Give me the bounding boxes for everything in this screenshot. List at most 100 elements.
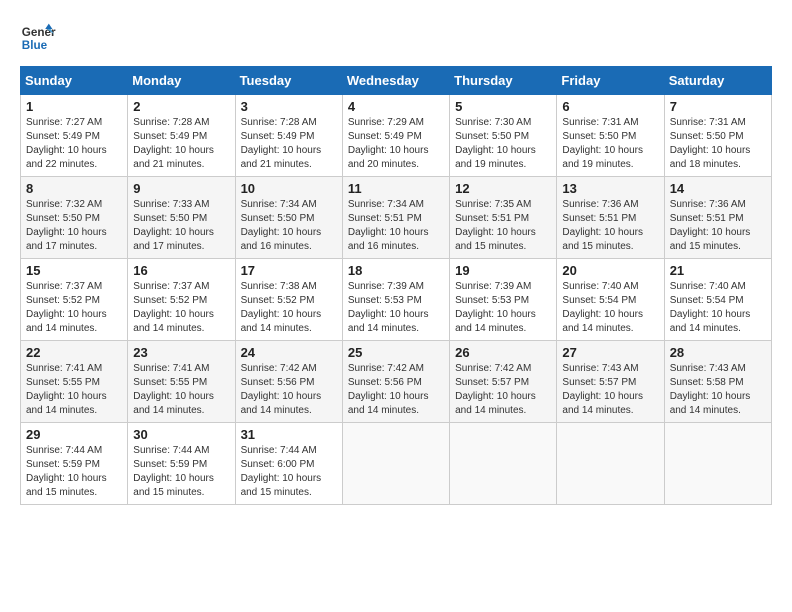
- calendar-cell: 7 Sunrise: 7:31 AMSunset: 5:50 PMDaylight…: [664, 95, 771, 177]
- calendar-cell: 30 Sunrise: 7:44 AMSunset: 5:59 PMDayligh…: [128, 423, 235, 505]
- day-number: 14: [670, 181, 766, 196]
- calendar-cell: 15 Sunrise: 7:37 AMSunset: 5:52 PMDayligh…: [21, 259, 128, 341]
- day-info: Sunrise: 7:43 AMSunset: 5:58 PMDaylight:…: [670, 362, 766, 418]
- weekday-header-tuesday: Tuesday: [235, 67, 342, 95]
- logo: General Blue: [20, 20, 56, 56]
- calendar-cell: 1Sunrise: 7:27 AMSunset: 5:49 PMDaylight…: [21, 95, 128, 177]
- day-info: Sunrise: 7:44 AMSunset: 5:59 PMDaylight:…: [26, 444, 122, 500]
- calendar-cell: 16Sunrise: 7:37 AMSunset: 5:52 PMDayligh…: [128, 259, 235, 341]
- day-info: Sunrise: 7:41 AMSunset: 5:55 PMDaylight:…: [26, 362, 122, 418]
- calendar-cell: [557, 423, 664, 505]
- calendar-table: SundayMondayTuesdayWednesdayThursdayFrid…: [20, 66, 772, 505]
- day-number: 22: [26, 345, 122, 360]
- day-number: 24: [241, 345, 337, 360]
- day-number: 13: [562, 181, 658, 196]
- day-info: Sunrise: 7:37 AMSunset: 5:52 PMDaylight:…: [26, 280, 122, 336]
- day-number: 30: [133, 427, 229, 442]
- page-header: General Blue: [20, 20, 772, 56]
- day-info: Sunrise: 7:30 AMSunset: 5:50 PMDaylight:…: [455, 116, 551, 172]
- day-info: Sunrise: 7:36 AMSunset: 5:51 PMDaylight:…: [670, 198, 766, 254]
- calendar-cell: 20 Sunrise: 7:40 AMSunset: 5:54 PMDayligh…: [557, 259, 664, 341]
- day-number: 3: [241, 99, 337, 114]
- day-number: 8: [26, 181, 122, 196]
- day-number: 7: [670, 99, 766, 114]
- calendar-cell: 4 Sunrise: 7:29 AMSunset: 5:49 PMDaylight…: [342, 95, 449, 177]
- calendar-cell: 9 Sunrise: 7:33 AMSunset: 5:50 PMDaylight…: [128, 177, 235, 259]
- day-info: Sunrise: 7:35 AMSunset: 5:51 PMDaylight:…: [455, 198, 551, 254]
- calendar-week-2: 8 Sunrise: 7:32 AMSunset: 5:50 PMDaylight…: [21, 177, 772, 259]
- day-info: Sunrise: 7:32 AMSunset: 5:50 PMDaylight:…: [26, 198, 122, 254]
- logo-icon: General Blue: [20, 20, 56, 56]
- calendar-cell: 11Sunrise: 7:34 AMSunset: 5:51 PMDayligh…: [342, 177, 449, 259]
- day-number: 21: [670, 263, 766, 278]
- day-number: 25: [348, 345, 444, 360]
- day-number: 18: [348, 263, 444, 278]
- calendar-cell: 6 Sunrise: 7:31 AMSunset: 5:50 PMDaylight…: [557, 95, 664, 177]
- calendar-cell: 26 Sunrise: 7:42 AMSunset: 5:57 PMDayligh…: [450, 341, 557, 423]
- day-number: 10: [241, 181, 337, 196]
- calendar-cell: 25 Sunrise: 7:42 AMSunset: 5:56 PMDayligh…: [342, 341, 449, 423]
- calendar-cell: 23Sunrise: 7:41 AMSunset: 5:55 PMDayligh…: [128, 341, 235, 423]
- day-number: 19: [455, 263, 551, 278]
- calendar-cell: 17 Sunrise: 7:38 AMSunset: 5:52 PMDayligh…: [235, 259, 342, 341]
- calendar-cell: 8 Sunrise: 7:32 AMSunset: 5:50 PMDaylight…: [21, 177, 128, 259]
- day-info: Sunrise: 7:28 AMSunset: 5:49 PMDaylight:…: [133, 116, 229, 172]
- calendar-week-1: 1Sunrise: 7:27 AMSunset: 5:49 PMDaylight…: [21, 95, 772, 177]
- calendar-cell: 12 Sunrise: 7:35 AMSunset: 5:51 PMDayligh…: [450, 177, 557, 259]
- day-info: Sunrise: 7:41 AMSunset: 5:55 PMDaylight:…: [133, 362, 229, 418]
- weekday-header-wednesday: Wednesday: [342, 67, 449, 95]
- day-info: Sunrise: 7:31 AMSunset: 5:50 PMDaylight:…: [670, 116, 766, 172]
- calendar-cell: 3Sunrise: 7:28 AMSunset: 5:49 PMDaylight…: [235, 95, 342, 177]
- day-info: Sunrise: 7:39 AMSunset: 5:53 PMDaylight:…: [348, 280, 444, 336]
- day-info: Sunrise: 7:33 AMSunset: 5:50 PMDaylight:…: [133, 198, 229, 254]
- weekday-header-saturday: Saturday: [664, 67, 771, 95]
- day-number: 27: [562, 345, 658, 360]
- day-info: Sunrise: 7:29 AMSunset: 5:49 PMDaylight:…: [348, 116, 444, 172]
- calendar-week-4: 22 Sunrise: 7:41 AMSunset: 5:55 PMDayligh…: [21, 341, 772, 423]
- calendar-cell: [342, 423, 449, 505]
- day-number: 20: [562, 263, 658, 278]
- day-info: Sunrise: 7:42 AMSunset: 5:56 PMDaylight:…: [241, 362, 337, 418]
- calendar-week-5: 29 Sunrise: 7:44 AMSunset: 5:59 PMDayligh…: [21, 423, 772, 505]
- day-number: 6: [562, 99, 658, 114]
- day-number: 15: [26, 263, 122, 278]
- calendar-cell: 5 Sunrise: 7:30 AMSunset: 5:50 PMDaylight…: [450, 95, 557, 177]
- calendar-cell: 29 Sunrise: 7:44 AMSunset: 5:59 PMDayligh…: [21, 423, 128, 505]
- calendar-cell: 21 Sunrise: 7:40 AMSunset: 5:54 PMDayligh…: [664, 259, 771, 341]
- weekday-header-sunday: Sunday: [21, 67, 128, 95]
- calendar-cell: 13 Sunrise: 7:36 AMSunset: 5:51 PMDayligh…: [557, 177, 664, 259]
- calendar-cell: 27Sunrise: 7:43 AMSunset: 5:57 PMDayligh…: [557, 341, 664, 423]
- calendar-cell: [450, 423, 557, 505]
- calendar-cell: 28 Sunrise: 7:43 AMSunset: 5:58 PMDayligh…: [664, 341, 771, 423]
- calendar-cell: 31Sunrise: 7:44 AMSunset: 6:00 PMDayligh…: [235, 423, 342, 505]
- day-number: 9: [133, 181, 229, 196]
- calendar-cell: 14 Sunrise: 7:36 AMSunset: 5:51 PMDayligh…: [664, 177, 771, 259]
- day-info: Sunrise: 7:36 AMSunset: 5:51 PMDaylight:…: [562, 198, 658, 254]
- day-number: 5: [455, 99, 551, 114]
- day-number: 28: [670, 345, 766, 360]
- day-info: Sunrise: 7:38 AMSunset: 5:52 PMDaylight:…: [241, 280, 337, 336]
- day-info: Sunrise: 7:44 AMSunset: 5:59 PMDaylight:…: [133, 444, 229, 500]
- day-number: 26: [455, 345, 551, 360]
- weekday-header-friday: Friday: [557, 67, 664, 95]
- day-info: Sunrise: 7:31 AMSunset: 5:50 PMDaylight:…: [562, 116, 658, 172]
- calendar-header: SundayMondayTuesdayWednesdayThursdayFrid…: [21, 67, 772, 95]
- day-number: 12: [455, 181, 551, 196]
- day-info: Sunrise: 7:34 AMSunset: 5:50 PMDaylight:…: [241, 198, 337, 254]
- day-number: 31: [241, 427, 337, 442]
- day-number: 29: [26, 427, 122, 442]
- day-info: Sunrise: 7:42 AMSunset: 5:57 PMDaylight:…: [455, 362, 551, 418]
- day-info: Sunrise: 7:37 AMSunset: 5:52 PMDaylight:…: [133, 280, 229, 336]
- day-info: Sunrise: 7:40 AMSunset: 5:54 PMDaylight:…: [562, 280, 658, 336]
- calendar-cell: 18 Sunrise: 7:39 AMSunset: 5:53 PMDayligh…: [342, 259, 449, 341]
- day-number: 4: [348, 99, 444, 114]
- day-number: 17: [241, 263, 337, 278]
- svg-text:Blue: Blue: [22, 39, 48, 52]
- calendar-cell: 2 Sunrise: 7:28 AMSunset: 5:49 PMDaylight…: [128, 95, 235, 177]
- day-number: 2: [133, 99, 229, 114]
- day-info: Sunrise: 7:40 AMSunset: 5:54 PMDaylight:…: [670, 280, 766, 336]
- day-info: Sunrise: 7:42 AMSunset: 5:56 PMDaylight:…: [348, 362, 444, 418]
- weekday-header-thursday: Thursday: [450, 67, 557, 95]
- calendar-cell: 19Sunrise: 7:39 AMSunset: 5:53 PMDayligh…: [450, 259, 557, 341]
- weekday-header-monday: Monday: [128, 67, 235, 95]
